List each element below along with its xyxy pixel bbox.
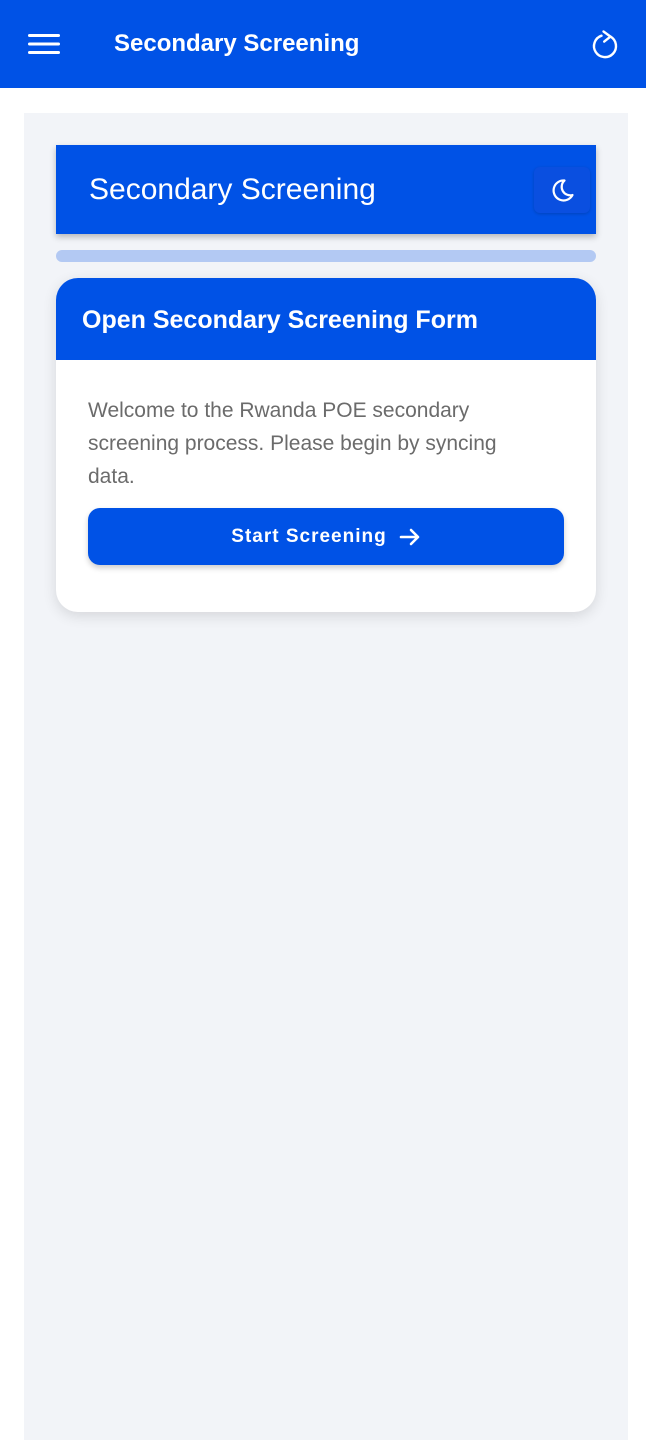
menu-button[interactable] <box>22 24 66 64</box>
menu-icon <box>28 34 60 54</box>
app-bar: Secondary Screening <box>0 0 646 88</box>
screening-card: Open Secondary Screening Form Welcome to… <box>56 278 596 612</box>
section-title: Secondary Screening <box>89 173 376 206</box>
card-description: Welcome to the Rwanda POE secondary scre… <box>88 399 497 488</box>
moon-icon <box>552 179 574 202</box>
app-title: Secondary Screening <box>114 30 360 57</box>
card-header: Open Secondary Screening Form <box>56 278 596 360</box>
theme-toggle-button[interactable] <box>534 167 590 213</box>
section-header: Secondary Screening <box>56 145 596 234</box>
refresh-icon <box>592 30 618 59</box>
card-title: Open Secondary Screening Form <box>82 306 478 334</box>
start-screening-button[interactable]: Start Screening <box>88 508 564 565</box>
refresh-button[interactable] <box>584 24 628 66</box>
arrow-right-icon <box>399 527 421 547</box>
progress-bar <box>56 250 596 262</box>
start-screening-label: Start Screening <box>231 525 387 547</box>
